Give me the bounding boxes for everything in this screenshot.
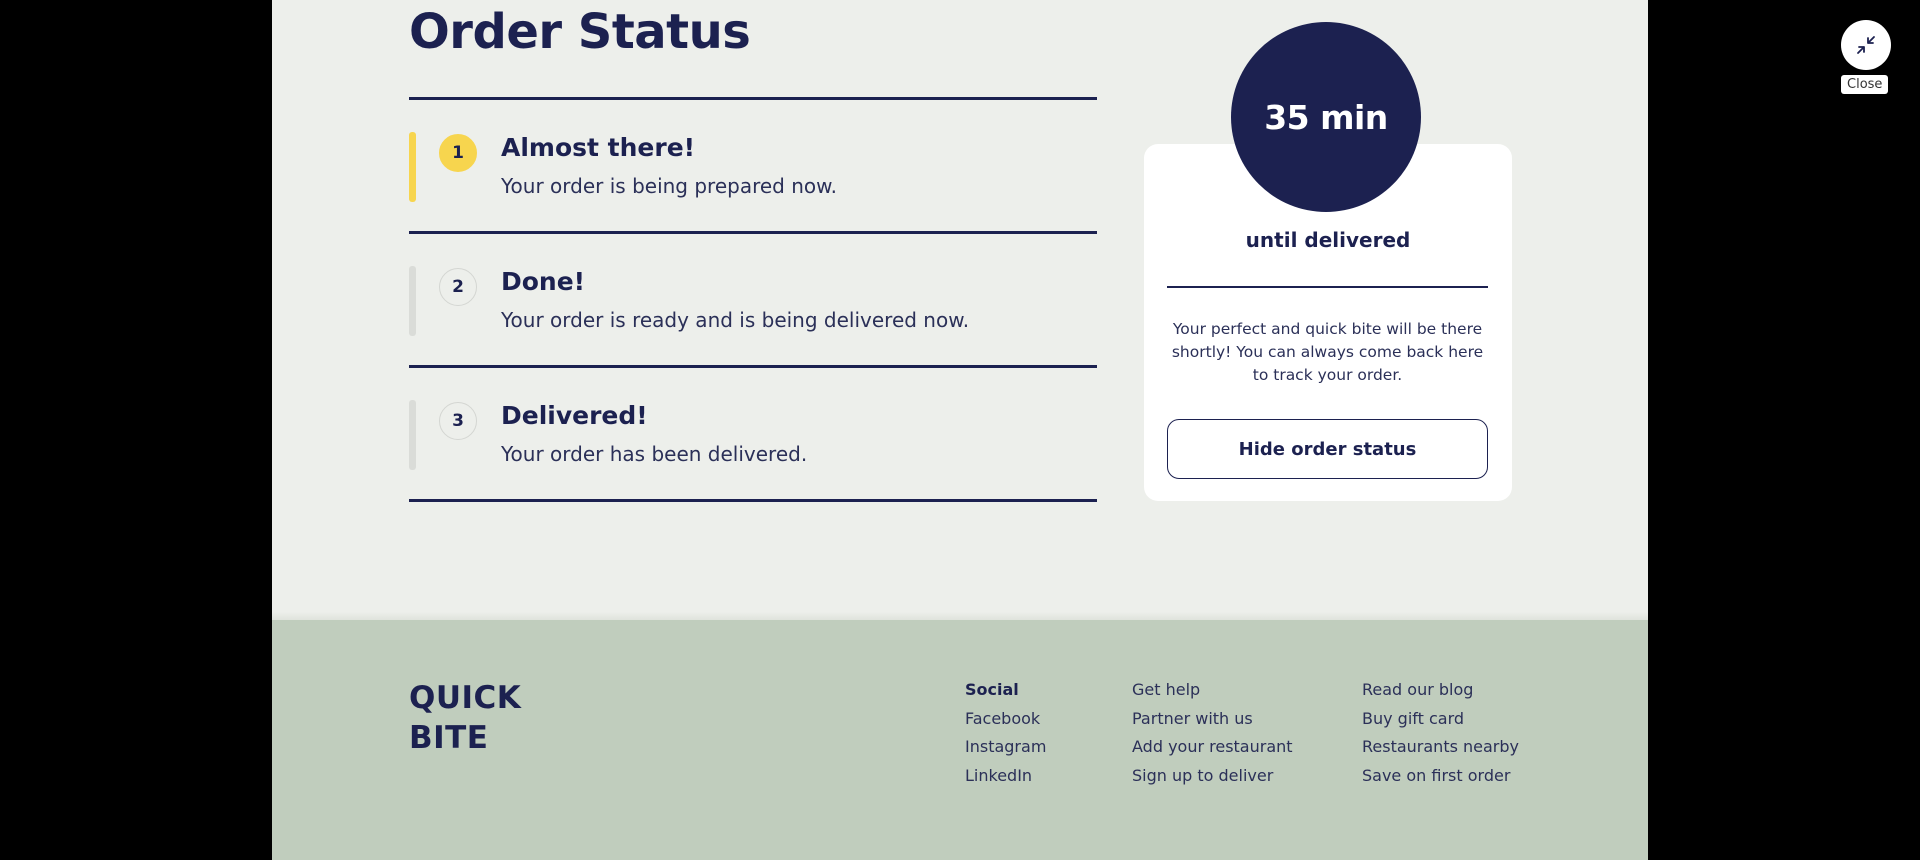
page-title: Order Status <box>409 4 751 60</box>
footer-help-column: Get help Partner with us Add your restau… <box>1132 676 1293 790</box>
until-delivered-label: until delivered <box>1245 228 1411 252</box>
order-steps-list: 1 Almost there! Your order is being prep… <box>409 97 1097 502</box>
footer-link-save-first-order[interactable]: Save on first order <box>1362 762 1519 791</box>
step-progress-bar <box>409 132 416 202</box>
close-tooltip: Close <box>1841 75 1889 94</box>
site-footer: QUICK BITE Social Facebook Instagram Lin… <box>272 620 1648 860</box>
footer-more-column: Read our blog Buy gift card Restaurants … <box>1362 676 1519 790</box>
step-title: Almost there! <box>501 133 696 162</box>
card-divider <box>1167 286 1488 288</box>
footer-social-column: Social Facebook Instagram LinkedIn <box>965 676 1046 790</box>
footer-link-instagram[interactable]: Instagram <box>965 733 1046 762</box>
order-step-3: 3 Delivered! Your order has been deliver… <box>409 368 1097 499</box>
footer-link-blog[interactable]: Read our blog <box>1362 676 1519 705</box>
footer-link-get-help[interactable]: Get help <box>1132 676 1293 705</box>
hide-order-status-button[interactable]: Hide order status <box>1167 419 1488 479</box>
step-description: Your order has been delivered. <box>501 442 808 466</box>
step-progress-bar <box>409 400 416 470</box>
footer-shadow <box>272 612 1648 620</box>
delivery-time-value: 35 min <box>1264 97 1388 137</box>
footer-link-gift-card[interactable]: Buy gift card <box>1362 705 1519 734</box>
close-button[interactable] <box>1841 20 1891 70</box>
order-step-2: 2 Done! Your order is ready and is being… <box>409 234 1097 365</box>
step-number-badge: 2 <box>439 268 477 306</box>
footer-social-heading: Social <box>965 680 1019 699</box>
order-status-page: Order Status 1 Almost there! Your order … <box>272 0 1648 860</box>
footer-link-restaurants-nearby[interactable]: Restaurants nearby <box>1362 733 1519 762</box>
delivery-timer-circle: 35 min <box>1231 22 1421 212</box>
divider <box>409 499 1097 502</box>
step-description: Your order is being prepared now. <box>501 174 838 198</box>
footer-link-linkedin[interactable]: LinkedIn <box>965 762 1046 791</box>
logo-line-1: QUICK <box>409 680 522 716</box>
step-title: Done! <box>501 267 586 296</box>
step-number-badge: 3 <box>439 402 477 440</box>
step-description: Your order is ready and is being deliver… <box>501 308 970 332</box>
minimize-arrows-icon <box>1857 36 1875 54</box>
close-overlay-control: Close <box>1841 20 1893 94</box>
step-title: Delivered! <box>501 401 648 430</box>
footer-link-sign-up-deliver[interactable]: Sign up to deliver <box>1132 762 1293 791</box>
order-step-1: 1 Almost there! Your order is being prep… <box>409 100 1097 231</box>
step-progress-bar <box>409 266 416 336</box>
step-number-badge: 1 <box>439 134 477 172</box>
logo-line-2: BITE <box>409 720 489 756</box>
footer-link-facebook[interactable]: Facebook <box>965 705 1046 734</box>
delivery-message: Your perfect and quick bite will be ther… <box>1171 320 1484 384</box>
quick-bite-logo[interactable]: QUICK BITE <box>409 678 521 758</box>
footer-link-partner[interactable]: Partner with us <box>1132 705 1293 734</box>
footer-link-add-restaurant[interactable]: Add your restaurant <box>1132 733 1293 762</box>
